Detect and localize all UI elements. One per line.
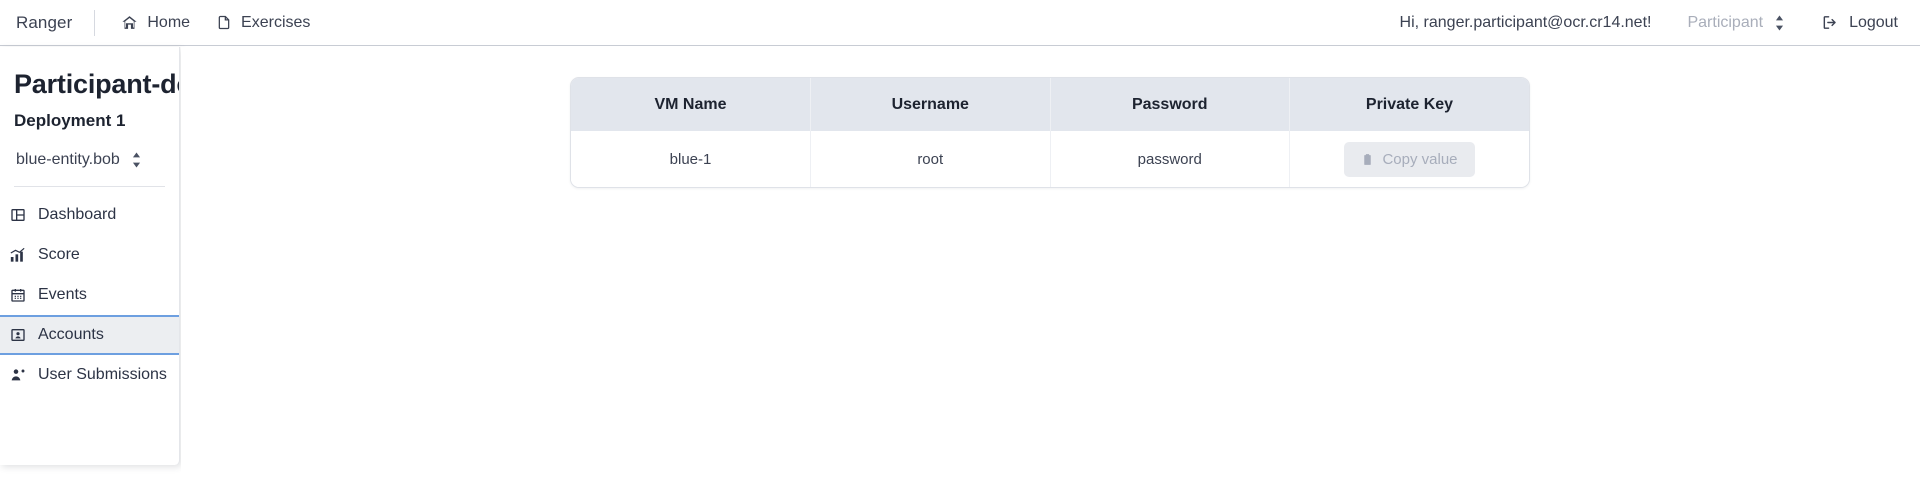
- copy-value-button-label: Copy value: [1382, 151, 1457, 168]
- sidebar-item-accounts[interactable]: Accounts: [0, 315, 179, 355]
- table-body: blue-1 root password Copy value: [571, 131, 1529, 187]
- user-check-icon: [8, 367, 27, 383]
- top-navbar: Ranger Home Exercises Hi, ranger.partici…: [0, 0, 1920, 46]
- sidebar-item-dashboard[interactable]: Dashboard: [0, 195, 179, 235]
- table-head: VM Name Username Password Private Key: [571, 78, 1529, 131]
- sidebar-item-events-label: Events: [38, 286, 87, 304]
- navbar-right: Hi, ranger.participant@ocr.cr14.net! Par…: [1400, 14, 1920, 32]
- sidebar-title: Participant-documentation: [0, 69, 179, 101]
- sidebar-subtitle: Deployment 1: [0, 101, 179, 131]
- navbar-links: Home Exercises: [95, 14, 310, 32]
- sidebar-nav: Dashboard Score Events: [0, 187, 179, 395]
- cell-private-key: Copy value: [1290, 131, 1530, 187]
- logout-button[interactable]: Logout: [1821, 14, 1898, 32]
- nav-link-home-label: Home: [147, 14, 190, 32]
- column-header-username: Username: [811, 78, 1051, 131]
- nav-link-exercises-label: Exercises: [241, 14, 310, 32]
- copy-value-button[interactable]: Copy value: [1344, 142, 1474, 177]
- sidebar-item-user-submissions-label: User Submissions: [38, 366, 167, 384]
- table-header-row: VM Name Username Password Private Key: [571, 78, 1529, 131]
- sidebar-item-score[interactable]: Score: [0, 235, 179, 275]
- clipboard-icon: [1361, 152, 1374, 167]
- nav-link-home[interactable]: Home: [121, 14, 190, 32]
- sidebar-item-events[interactable]: Events: [0, 275, 179, 315]
- role-selector[interactable]: Participant: [1687, 14, 1785, 32]
- role-selector-label: Participant: [1687, 14, 1763, 32]
- id-card-icon: [8, 327, 27, 343]
- sidebar-item-accounts-label: Accounts: [38, 326, 104, 344]
- dashboard-icon: [8, 207, 27, 223]
- cell-password: password: [1050, 131, 1290, 187]
- main-content: VM Name Username Password Private Key bl…: [181, 47, 1920, 500]
- sign-out-icon: [1821, 14, 1839, 31]
- column-header-password: Password: [1050, 78, 1290, 131]
- cell-username: root: [811, 131, 1051, 187]
- chart-icon: [8, 247, 27, 263]
- entity-selector[interactable]: blue-entity.bob: [0, 131, 179, 169]
- sort-updown-icon: [1774, 15, 1785, 31]
- table-row: blue-1 root password Copy value: [571, 131, 1529, 187]
- cell-vm-name: blue-1: [571, 131, 811, 187]
- column-header-vm-name: VM Name: [571, 78, 811, 131]
- brand-logo[interactable]: Ranger: [0, 13, 94, 33]
- sidebar: Participant-documentation Deployment 1 b…: [0, 47, 180, 465]
- home-icon: [121, 14, 138, 31]
- file-icon: [216, 14, 232, 31]
- accounts-table: VM Name Username Password Private Key bl…: [571, 78, 1529, 187]
- sidebar-item-dashboard-label: Dashboard: [38, 206, 116, 224]
- accounts-table-card: VM Name Username Password Private Key bl…: [570, 77, 1530, 188]
- sidebar-item-score-label: Score: [38, 246, 80, 264]
- sort-updown-icon: [131, 152, 142, 168]
- sidebar-item-user-submissions[interactable]: User Submissions: [0, 355, 179, 395]
- logout-label: Logout: [1849, 14, 1898, 32]
- user-greeting: Hi, ranger.participant@ocr.cr14.net!: [1400, 14, 1652, 32]
- nav-link-exercises[interactable]: Exercises: [216, 14, 310, 32]
- column-header-private-key: Private Key: [1290, 78, 1530, 131]
- entity-selector-label: blue-entity.bob: [16, 151, 120, 169]
- calendar-icon: [8, 287, 27, 303]
